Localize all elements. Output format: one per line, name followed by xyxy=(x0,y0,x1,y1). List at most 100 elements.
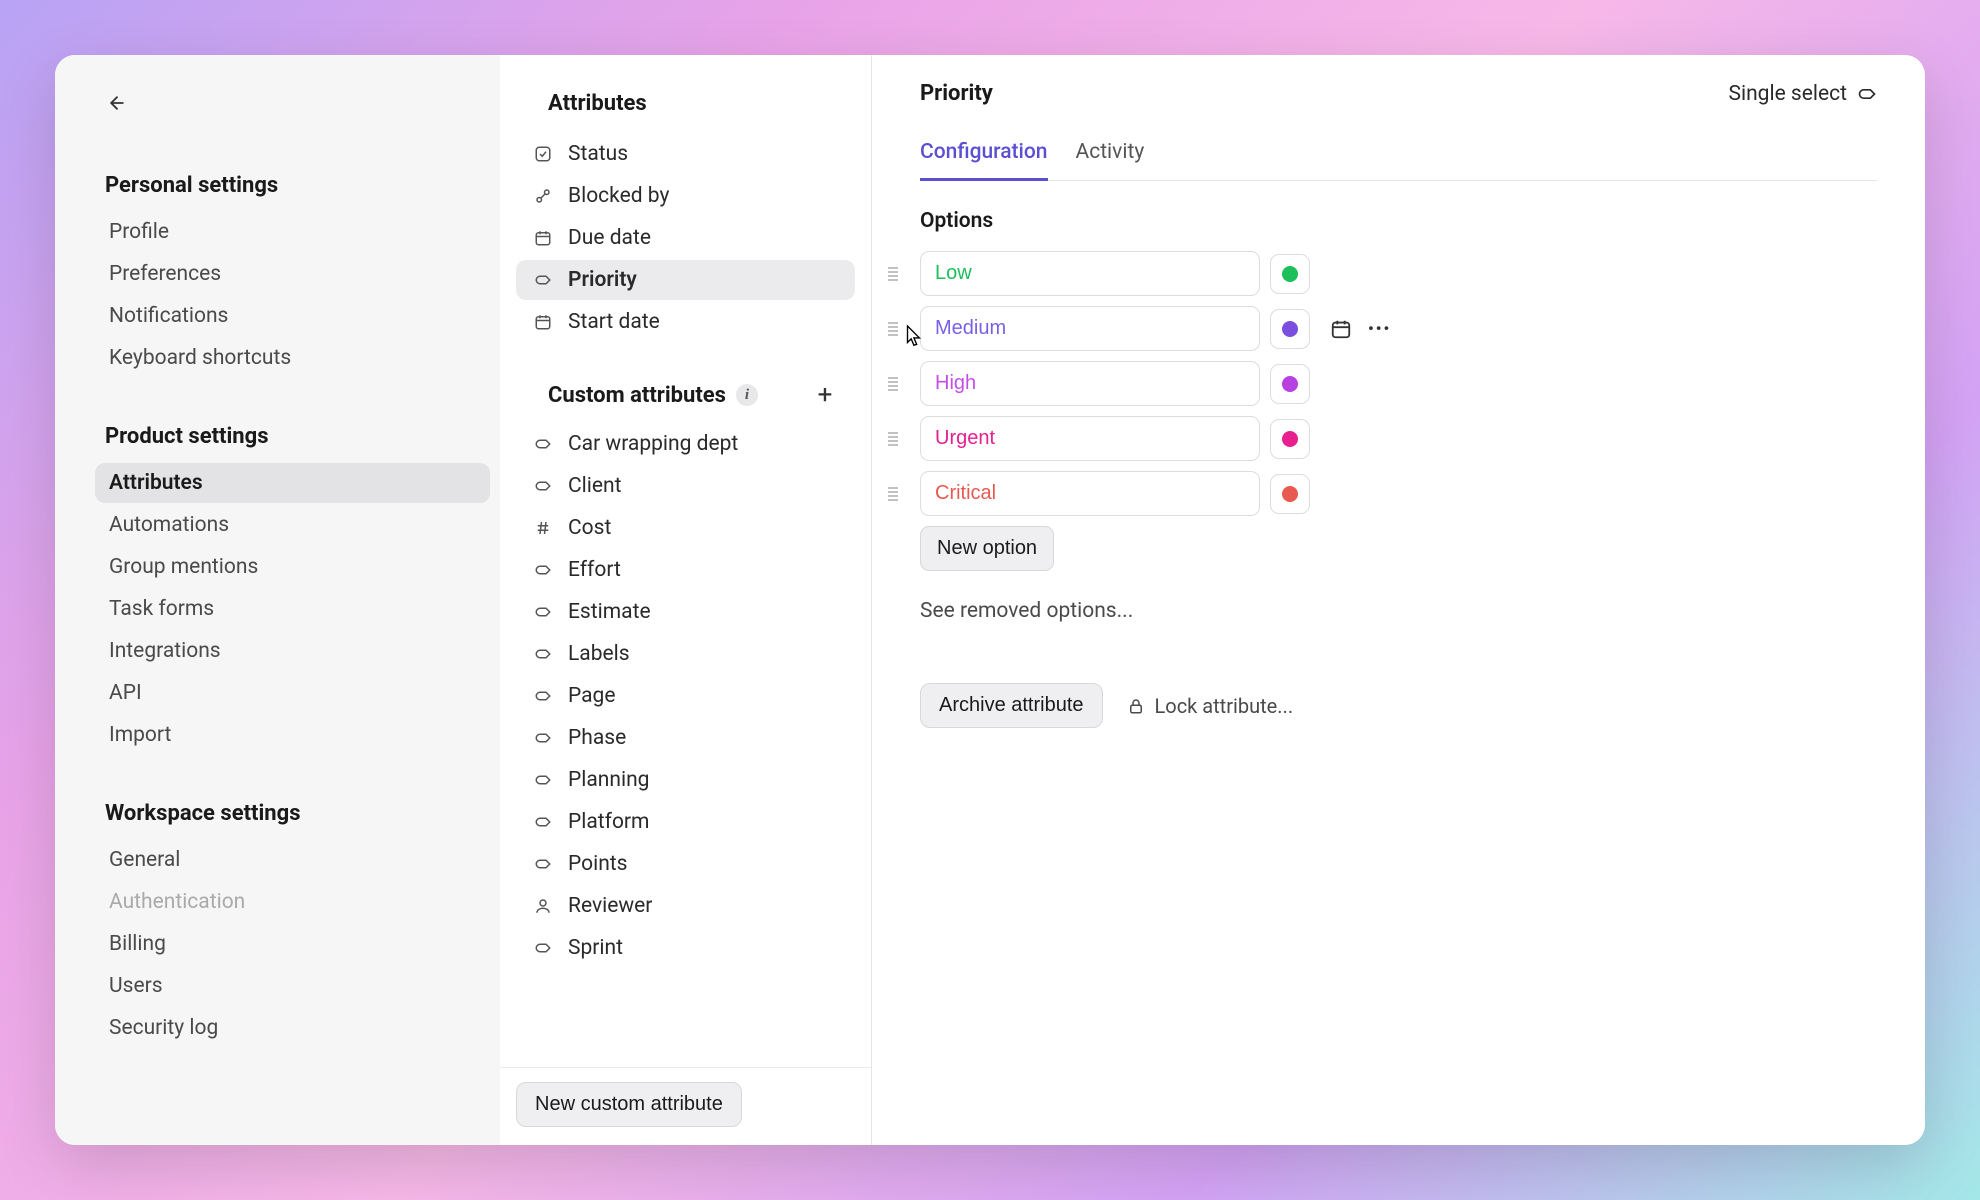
drag-handle-icon[interactable] xyxy=(882,264,904,284)
attr-status[interactable]: Status xyxy=(516,134,855,174)
sidebar-item-authentication[interactable]: Authentication xyxy=(95,882,490,922)
attributes-title: Attributes xyxy=(516,81,855,134)
tab-activity[interactable]: Activity xyxy=(1076,130,1145,180)
tag-icon xyxy=(532,685,554,707)
attr-due-date[interactable]: Due date xyxy=(516,218,855,258)
sidebar-item-attributes[interactable]: Attributes xyxy=(95,463,490,503)
attr-estimate[interactable]: Estimate xyxy=(516,592,855,632)
link-icon xyxy=(532,185,554,207)
attr-labels[interactable]: Labels xyxy=(516,634,855,674)
attr-blocked-by[interactable]: Blocked by xyxy=(516,176,855,216)
attr-effort[interactable]: Effort xyxy=(516,550,855,590)
drag-handle-icon[interactable] xyxy=(882,374,904,394)
color-picker-low[interactable] xyxy=(1270,254,1310,294)
sidebar-item-automations[interactable]: Automations xyxy=(95,505,490,545)
attr-platform[interactable]: Platform xyxy=(516,802,855,842)
sidebar-item-api[interactable]: API xyxy=(95,673,490,713)
option-input-medium[interactable] xyxy=(920,306,1260,351)
hash-icon xyxy=(532,517,554,539)
option-row-critical xyxy=(920,471,1877,516)
color-picker-critical[interactable] xyxy=(1270,474,1310,514)
more-options-icon[interactable]: ••• xyxy=(1368,319,1391,338)
attr-label: Blocked by xyxy=(568,184,669,208)
attr-phase[interactable]: Phase xyxy=(516,718,855,758)
sidebar-item-billing[interactable]: Billing xyxy=(95,924,490,964)
back-button[interactable] xyxy=(99,85,135,121)
sidebar-item-preferences[interactable]: Preferences xyxy=(95,254,490,294)
info-icon[interactable]: i xyxy=(736,384,758,406)
sidebar-item-users[interactable]: Users xyxy=(95,966,490,1006)
attr-label: Priority xyxy=(568,268,637,292)
attr-label: Car wrapping dept xyxy=(568,432,738,456)
attr-label: Start date xyxy=(568,310,660,334)
color-picker-medium[interactable] xyxy=(1270,309,1310,349)
color-picker-urgent[interactable] xyxy=(1270,419,1310,459)
tag-icon xyxy=(532,727,554,749)
attr-priority[interactable]: Priority xyxy=(516,260,855,300)
sidebar-item-integrations[interactable]: Integrations xyxy=(95,631,490,671)
lock-attribute-button[interactable]: Lock attribute... xyxy=(1127,694,1294,718)
attr-label: Estimate xyxy=(568,600,651,624)
user-icon xyxy=(532,895,554,917)
attr-label: Phase xyxy=(568,726,626,750)
options-heading: Options xyxy=(920,209,1877,233)
archive-attribute-button[interactable]: Archive attribute xyxy=(920,683,1103,728)
sidebar-item-general[interactable]: General xyxy=(95,840,490,880)
calendar-icon xyxy=(532,227,554,249)
attr-label: Status xyxy=(568,142,628,166)
attr-points[interactable]: Points xyxy=(516,844,855,884)
drag-handle-icon[interactable] xyxy=(882,429,904,449)
sidebar-item-keyboard-shortcuts[interactable]: Keyboard shortcuts xyxy=(95,338,490,378)
option-row-medium: ••• xyxy=(920,306,1877,351)
attributes-list-panel: Attributes Status Blocked by Due date Pr… xyxy=(500,55,872,1145)
tag-icon xyxy=(532,937,554,959)
add-custom-attribute-button[interactable]: + xyxy=(811,380,839,410)
arrow-left-icon xyxy=(107,93,127,113)
drag-handle-icon[interactable] xyxy=(882,484,904,504)
option-input-high[interactable] xyxy=(920,361,1260,406)
new-option-button[interactable]: New option xyxy=(920,526,1054,571)
new-custom-attribute-button[interactable]: New custom attribute xyxy=(516,1082,742,1127)
sidebar-item-task-forms[interactable]: Task forms xyxy=(95,589,490,629)
attr-sprint[interactable]: Sprint xyxy=(516,928,855,968)
attr-client[interactable]: Client xyxy=(516,466,855,506)
color-picker-high[interactable] xyxy=(1270,364,1310,404)
drag-handle-icon[interactable] xyxy=(882,319,904,339)
attr-reviewer[interactable]: Reviewer xyxy=(516,886,855,926)
see-removed-options-link[interactable]: See removed options... xyxy=(920,599,1877,623)
option-input-urgent[interactable] xyxy=(920,416,1260,461)
attr-label: Page xyxy=(568,684,616,708)
attr-label: Client xyxy=(568,474,621,498)
section-product-settings: Product settings xyxy=(95,416,490,457)
attr-label: Sprint xyxy=(568,936,623,960)
section-workspace-settings: Workspace settings xyxy=(95,793,490,834)
tag-icon xyxy=(532,475,554,497)
sidebar-item-notifications[interactable]: Notifications xyxy=(95,296,490,336)
sidebar-item-security-log[interactable]: Security log xyxy=(95,1008,490,1048)
attribute-type[interactable]: Single select xyxy=(1729,82,1878,106)
tag-icon xyxy=(532,769,554,791)
lock-attribute-label: Lock attribute... xyxy=(1155,694,1294,718)
attr-label: Cost xyxy=(568,516,611,540)
attr-start-date[interactable]: Start date xyxy=(516,302,855,342)
option-input-low[interactable] xyxy=(920,251,1260,296)
attr-label: Points xyxy=(568,852,628,876)
sidebar-item-group-mentions[interactable]: Group mentions xyxy=(95,547,490,587)
settings-window: Personal settings Profile Preferences No… xyxy=(55,55,1925,1145)
calendar-icon xyxy=(532,311,554,333)
attr-page[interactable]: Page xyxy=(516,676,855,716)
attr-cost[interactable]: Cost xyxy=(516,508,855,548)
calendar-icon[interactable] xyxy=(1330,318,1352,340)
attr-planning[interactable]: Planning xyxy=(516,760,855,800)
tag-icon xyxy=(532,853,554,875)
option-row-urgent xyxy=(920,416,1877,461)
detail-title: Priority xyxy=(920,81,993,106)
sidebar-item-profile[interactable]: Profile xyxy=(95,212,490,252)
attribute-type-label: Single select xyxy=(1729,82,1848,106)
tab-configuration[interactable]: Configuration xyxy=(920,130,1048,180)
sidebar: Personal settings Profile Preferences No… xyxy=(55,55,500,1145)
option-row-high xyxy=(920,361,1877,406)
attr-car-wrapping-dept[interactable]: Car wrapping dept xyxy=(516,424,855,464)
option-input-critical[interactable] xyxy=(920,471,1260,516)
sidebar-item-import[interactable]: Import xyxy=(95,715,490,755)
